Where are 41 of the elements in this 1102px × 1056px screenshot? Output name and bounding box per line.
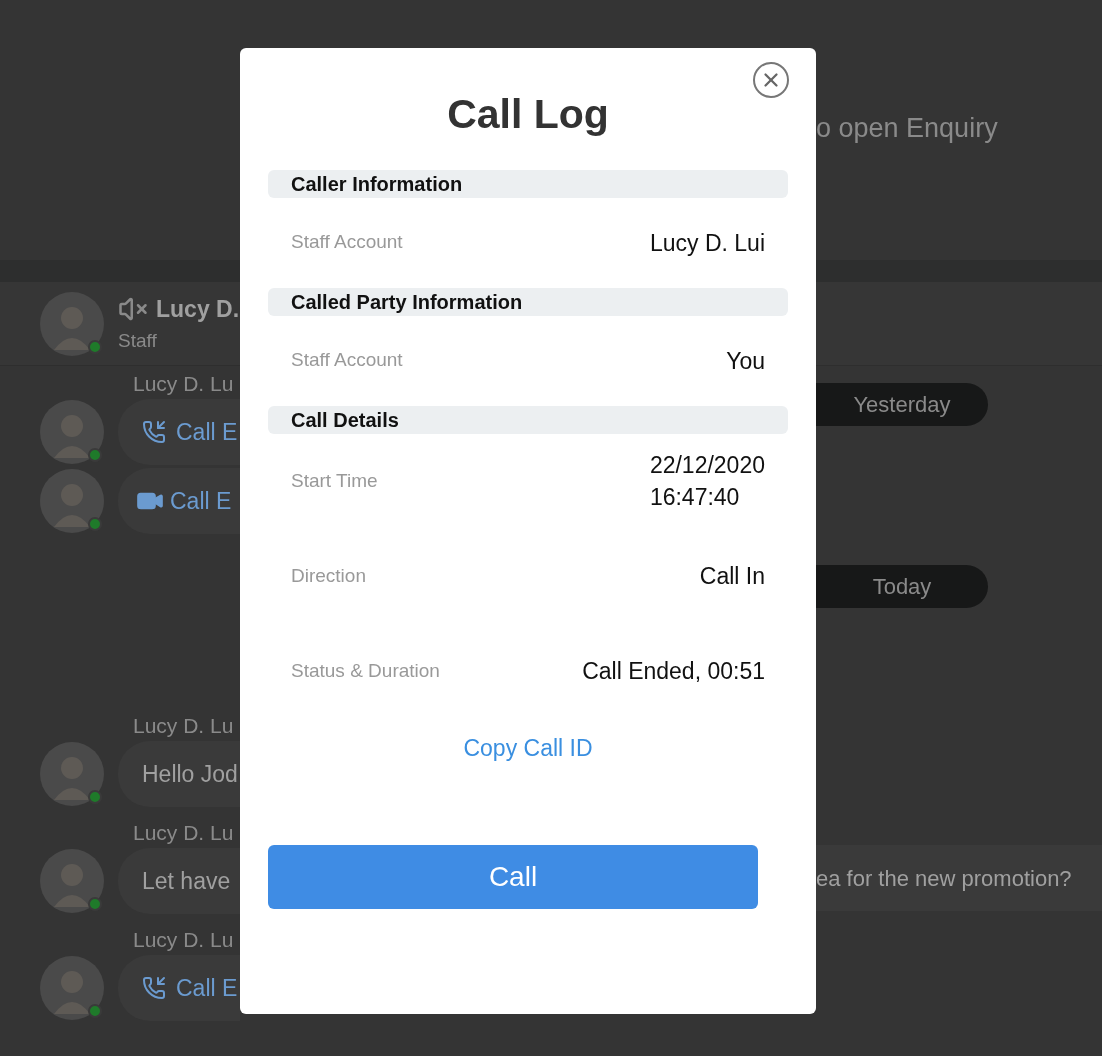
field-value: Lucy D. Lui [649,228,765,258]
incoming-call-icon [142,976,166,1000]
enquiry-text: o open Enquiry [816,113,998,143]
message-text: Call E [176,417,238,447]
field-value: You [726,346,765,376]
message-text: ea for the new promotion? [816,864,1072,893]
sender-name: Lucy D. Lu [133,928,235,952]
field-label: Direction [291,563,366,588]
message-text: Let have [142,866,231,896]
dialog-title: Call Log [447,90,609,139]
contact-role: Staff [118,328,158,353]
avatar [40,742,104,806]
field-value: Call In [699,562,765,591]
sender-name: Lucy D. Lu [133,714,235,738]
call-button[interactable]: Call [268,845,758,909]
close-button[interactable] [753,62,789,98]
incoming-call-icon [142,420,166,444]
section-header: Caller Information [268,169,788,198]
sender-name: Lucy D. Lu [133,372,235,396]
field-label: Start Time [291,468,378,493]
section-header: Called Party Information [268,287,788,316]
avatar [40,956,104,1020]
field-label: Staff Account [291,348,403,373]
field-value: Call Ended, 00:51 [582,657,765,686]
message-text: Call E [176,973,238,1003]
copy-call-id-link[interactable]: Copy Call ID [463,730,593,765]
field-value: 22/12/2020 [649,451,765,480]
avatar [40,400,104,464]
avatar [40,469,104,533]
message-text: Call E [170,486,232,516]
date-pill: Yesterday [816,383,988,426]
section-header: Call Details [268,405,788,434]
field-label: Staff Account [291,230,403,255]
message-text: Hello Jod [142,759,238,789]
sender-name: Lucy D. Lu [133,821,235,845]
avatar [40,849,104,913]
field-value: 16:47:40 [649,483,741,512]
date-pill: Today [816,565,988,608]
contact-name: Lucy D. [156,295,240,324]
avatar [40,291,104,356]
field-label: Status & Duration [291,658,440,683]
